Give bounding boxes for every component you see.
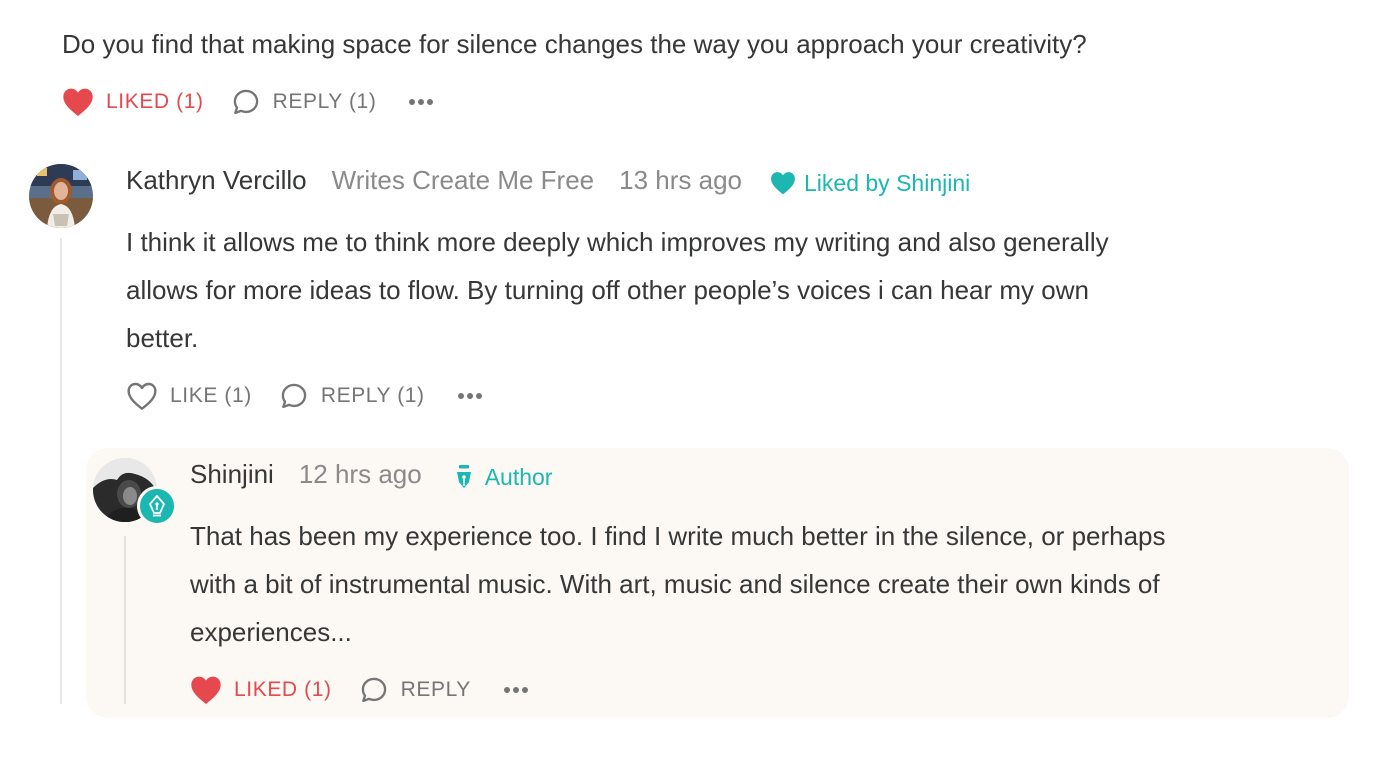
heart-filled-icon (770, 171, 796, 195)
like-label: LIKE (1) (170, 384, 252, 407)
comment-timestamp[interactable]: 13 hrs ago (619, 165, 742, 196)
reply-label: REPLY (1) (320, 384, 425, 407)
reply-timestamp[interactable]: 12 hrs ago (299, 459, 422, 490)
pen-nib-icon (454, 464, 474, 490)
author-badge-label: Author (484, 463, 553, 490)
comment-actions: LIKE (1) REPLY (1) (126, 379, 483, 413)
comment-line: I think it allows me to think more deepl… (126, 227, 1109, 257)
more-dots-icon[interactable] (503, 686, 529, 694)
author-badge: Author (454, 463, 553, 491)
thread-line (124, 536, 126, 704)
reply-line: experiences... (190, 617, 352, 647)
like-button[interactable]: LIKE (1) (126, 381, 252, 411)
comment-bubble-icon (360, 676, 388, 704)
liked-label: LIKED (1) (106, 90, 204, 113)
reply-actions: LIKED (1) REPLY (190, 673, 529, 707)
reply-label: REPLY (1) (272, 90, 377, 113)
more-dots-icon[interactable] (408, 98, 434, 106)
reply-line: with a bit of instrumental music. With a… (190, 569, 1160, 599)
reply-label: REPLY (400, 678, 471, 701)
author-name[interactable]: Shinjini (190, 459, 274, 490)
liked-by-label: Liked by Shinjini (804, 169, 971, 196)
liked-button[interactable]: LIKED (1) (62, 87, 204, 117)
reply-button[interactable]: REPLY (1) (280, 382, 425, 410)
avatar[interactable] (29, 164, 93, 228)
author-publication[interactable]: Writes Create Me Free (332, 165, 594, 196)
comment-line: better. (126, 323, 199, 353)
reply-body: That has been my experience too. I find … (190, 512, 1166, 656)
comment-body: I think it allows me to think more deepl… (126, 218, 1109, 362)
comment-meta: Kathryn Vercillo Writes Create Me Free 1… (126, 165, 970, 201)
reply-meta: Shinjini 12 hrs ago Author (190, 459, 552, 495)
liked-by-badge: Liked by Shinjini (770, 170, 970, 197)
comment-bubble-icon (280, 382, 308, 410)
author-name[interactable]: Kathryn Vercillo (126, 165, 307, 196)
reply-button[interactable]: REPLY (360, 676, 471, 704)
liked-label: LIKED (1) (234, 678, 332, 701)
heart-outline-icon (126, 381, 158, 411)
comment-text: Do you find that making space for silenc… (62, 29, 1087, 59)
heart-filled-icon (62, 87, 94, 117)
reply-button[interactable]: REPLY (1) (232, 88, 377, 116)
comment-line: allows for more ideas to flow. By turnin… (126, 275, 1089, 305)
author-badge-icon (137, 486, 177, 526)
thread-line (60, 238, 62, 704)
reply-line: That has been my experience too. I find … (190, 521, 1166, 551)
liked-button[interactable]: LIKED (1) (190, 675, 332, 705)
comment-bubble-icon (232, 88, 260, 116)
comment-actions: LIKED (1) REPLY (1) (62, 85, 434, 119)
heart-filled-icon (190, 675, 222, 705)
more-dots-icon[interactable] (457, 392, 483, 400)
